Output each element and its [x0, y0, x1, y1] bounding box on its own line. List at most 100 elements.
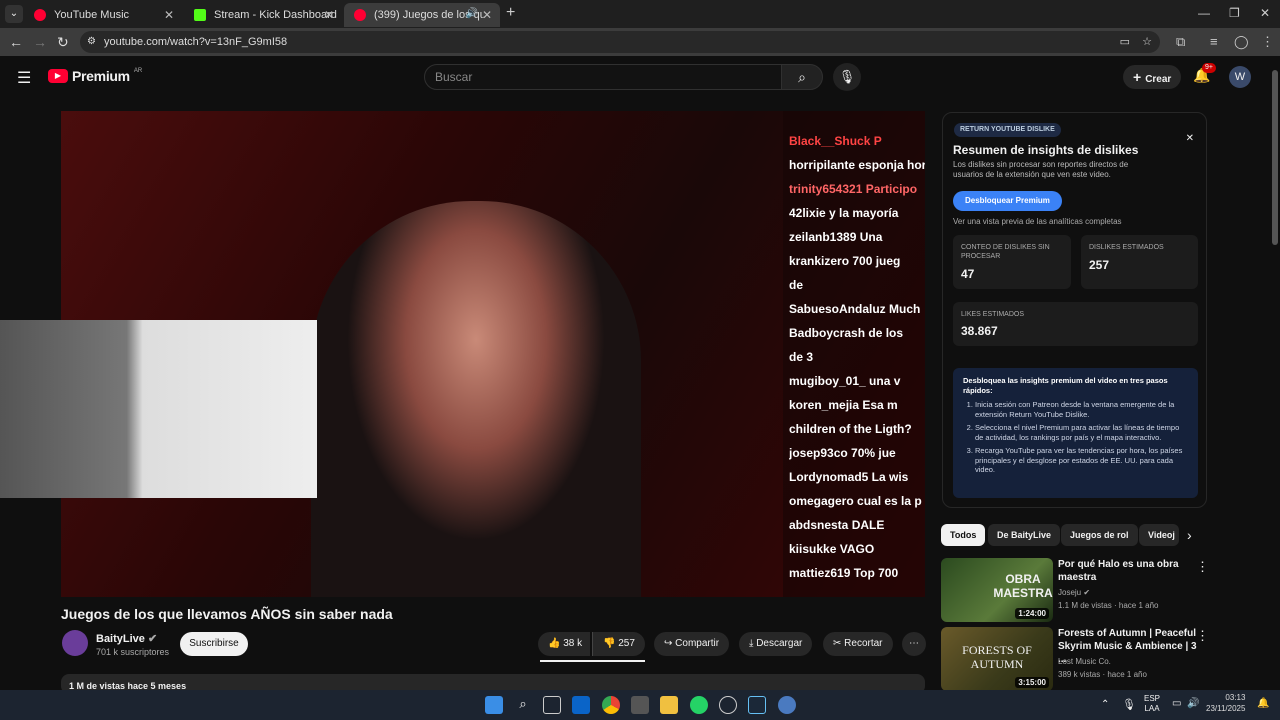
chip-videogames[interactable]: Videoj: [1139, 524, 1179, 546]
step-item: Selecciona el nivel Premium para activar…: [975, 423, 1188, 442]
menu-icon[interactable]: ⋮: [1261, 34, 1274, 50]
chip-all[interactable]: Todos: [941, 524, 986, 546]
back-icon[interactable]: ←: [9, 34, 23, 50]
chat-message: SabuesoAndaluz Much: [789, 302, 921, 316]
more-options-icon[interactable]: ⋮: [1196, 559, 1209, 575]
app-icon[interactable]: [719, 696, 737, 714]
minimize-button[interactable]: —: [1198, 6, 1210, 20]
tab-label: Stream - Kick Dashboard: [214, 9, 337, 21]
duration-badge: 1:24:00: [1015, 608, 1049, 619]
video-thumbnail[interactable]: OBRA MAESTRA 1:24:00: [941, 558, 1053, 622]
task-view-icon[interactable]: [543, 696, 561, 714]
chat-message: omegagero cual es la p: [789, 494, 922, 508]
recommended-video[interactable]: FORESTS OF AUTUMN 3:15:00 Forests of Aut…: [941, 627, 1265, 691]
more-options-icon[interactable]: ⋮: [1196, 628, 1209, 644]
chat-message: abdsnesta DALE: [789, 518, 885, 532]
reload-icon[interactable]: ↻: [57, 34, 69, 51]
address-bar[interactable]: ⚙ youtube.com/watch?v=13nF_G9mI58 ▭ ☆: [80, 31, 1160, 53]
forward-icon[interactable]: →: [33, 34, 47, 50]
site-info-icon[interactable]: ⚙: [87, 31, 96, 53]
scissors-icon: ✂: [833, 638, 842, 649]
tab-label: YouTube Music: [54, 9, 130, 21]
search-icon[interactable]: ⌕: [514, 696, 532, 714]
tab-kick-dashboard[interactable]: Stream - Kick Dashboard ✕: [184, 3, 342, 27]
bookmark-star-icon[interactable]: ☆: [1142, 31, 1152, 53]
notifications-button[interactable]: 🔔 9+: [1193, 63, 1216, 84]
like-button[interactable]: 👍 38 k: [538, 632, 591, 656]
rec-channel[interactable]: Joseju ✔: [1058, 588, 1090, 597]
chevron-up-icon[interactable]: ⌃: [1101, 699, 1109, 710]
chat-message: kiisukke VAGO: [789, 542, 875, 556]
app-icon[interactable]: [778, 696, 796, 714]
like-count: 38 k: [563, 638, 583, 649]
windows-start-icon[interactable]: [485, 696, 503, 714]
youtube-premium-logo[interactable]: ▶ Premium AR: [48, 68, 142, 84]
close-tab-icon[interactable]: ✕: [324, 8, 334, 22]
dislike-button[interactable]: 👎 257: [592, 632, 645, 656]
create-button[interactable]: + Crear: [1123, 65, 1182, 89]
unlock-premium-button[interactable]: Desbloquear Premium: [953, 191, 1062, 211]
share-button[interactable]: ↪ Compartir: [654, 632, 730, 656]
youtube-logo-icon: ▶: [48, 69, 68, 83]
cast-icon[interactable]: ▭: [1120, 31, 1130, 53]
tab-youtube-video[interactable]: (399) Juegos de los que lle 🔊 ✕: [344, 3, 500, 27]
keyboard-language[interactable]: ESP LAA: [1144, 694, 1160, 714]
extensions-icon[interactable]: ⧉: [1176, 34, 1185, 50]
lang-text: ESP: [1144, 694, 1161, 703]
system-clock[interactable]: 03:13 23/11/2025: [1206, 692, 1245, 714]
subscribe-button[interactable]: Suscribirse: [180, 632, 248, 656]
close-tab-icon[interactable]: ✕: [482, 8, 492, 22]
audio-playing-icon[interactable]: 🔊: [466, 8, 478, 19]
app-icon[interactable]: [631, 696, 649, 714]
chrome-icon[interactable]: [602, 696, 620, 714]
chevron-right-icon[interactable]: ›: [1187, 527, 1192, 543]
share-icon: ↪: [664, 638, 673, 649]
close-window-button[interactable]: ✕: [1260, 6, 1270, 20]
channel-name[interactable]: BaityLive ✔: [96, 632, 157, 645]
tab-search-button[interactable]: ⌄: [5, 5, 23, 23]
card-value: 38.867: [961, 324, 998, 338]
estimated-likes-card: LIKES ESTIMADOS 38.867: [953, 302, 1198, 346]
rec-meta: 1.1 M de vistas · hace 1 año: [1058, 601, 1159, 610]
like-ratio-bar: [540, 660, 645, 662]
channel-avatar[interactable]: [62, 630, 88, 656]
close-icon[interactable]: ✕: [1186, 133, 1194, 144]
close-tab-icon[interactable]: ✕: [164, 8, 174, 22]
file-explorer-icon[interactable]: [660, 696, 678, 714]
tab-youtube-music[interactable]: YouTube Music ✕: [24, 3, 182, 27]
maximize-button[interactable]: ❐: [1229, 6, 1240, 20]
voice-search-button[interactable]: 🎙: [833, 63, 861, 91]
whatsapp-icon[interactable]: [690, 696, 708, 714]
microphone-icon[interactable]: 🎙: [1122, 698, 1136, 711]
chip-baitylive[interactable]: De BaityLive: [988, 524, 1061, 546]
media-controls-icon[interactable]: ≡: [1210, 34, 1218, 49]
profile-icon[interactable]: ◯: [1234, 34, 1249, 50]
channel-name-text: BaityLive: [96, 633, 145, 645]
search-button[interactable]: ⌕: [781, 64, 823, 90]
page-scrollbar[interactable]: [1272, 70, 1278, 245]
preview-link[interactable]: Ver una vista previa de las analíticas c…: [953, 217, 1122, 226]
network-icon[interactable]: ▭: [1172, 698, 1181, 709]
download-button[interactable]: ⤓ Descargar: [739, 632, 813, 656]
rec-channel[interactable]: Lost Music Co.: [1058, 657, 1111, 666]
outlook-icon[interactable]: [572, 696, 590, 714]
ryd-heading: Resumen de insights de dislikes: [953, 143, 1139, 157]
steam-icon[interactable]: [748, 696, 766, 714]
more-actions-button[interactable]: ⋯: [902, 632, 926, 656]
new-tab-button[interactable]: +: [506, 4, 515, 22]
clip-button[interactable]: ✂ Recortar: [823, 632, 893, 656]
card-label: CONTEO DE DISLIKES SIN PROCESAR: [961, 244, 1050, 260]
chip-rpg[interactable]: Juegos de rol: [1061, 524, 1138, 546]
chat-message: de 3: [789, 350, 814, 364]
card-label: LIKES ESTIMADOS: [961, 311, 1025, 318]
avatar[interactable]: W: [1229, 66, 1251, 88]
hamburger-menu-icon[interactable]: ☰: [17, 68, 31, 88]
thumbnail-text: FORESTS OF AUTUMN: [962, 643, 1032, 671]
volume-icon[interactable]: 🔊: [1187, 698, 1199, 709]
search-input[interactable]: Buscar: [424, 64, 782, 90]
notification-center-icon[interactable]: 🔔: [1257, 698, 1269, 709]
rec-title[interactable]: Por qué Halo es una obra maestra: [1058, 558, 1198, 584]
recommended-video[interactable]: OBRA MAESTRA 1:24:00 Por qué Halo es una…: [941, 558, 1265, 622]
video-thumbnail[interactable]: FORESTS OF AUTUMN 3:15:00: [941, 627, 1053, 691]
card-value: 47: [961, 267, 975, 281]
